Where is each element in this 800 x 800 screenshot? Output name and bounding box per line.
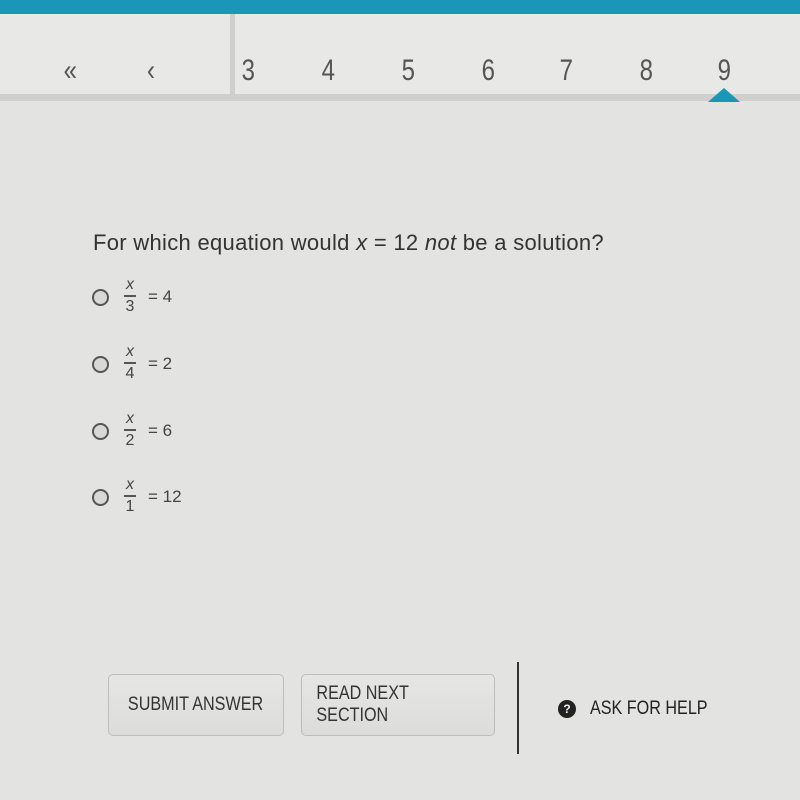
radio-button[interactable] (92, 289, 109, 306)
question-prefix: For which equation would (93, 230, 357, 255)
ask-for-help-label: ASK FOR HELP (590, 698, 708, 719)
question-text: For which equation would x = 12 not be a… (93, 230, 604, 256)
question-variable: x (356, 230, 368, 255)
top-accent-bar (0, 0, 800, 14)
radio-button[interactable] (92, 489, 109, 506)
fraction: x 3 (122, 276, 138, 316)
question-suffix: be a solution? (456, 230, 604, 255)
answer-option-3[interactable]: x 2 = 6 (92, 410, 292, 462)
denominator: 1 (125, 498, 135, 515)
page-3-button[interactable]: 3 (242, 54, 255, 88)
fraction: x 4 (122, 343, 138, 383)
equation-rhs: = 6 (148, 421, 173, 440)
question-emphasis: not (424, 230, 457, 255)
nav-bottom-border (0, 94, 800, 101)
previous-page-button[interactable]: ‹ (147, 54, 155, 88)
answer-option-2[interactable]: x 4 = 2 (92, 343, 292, 395)
denominator: 4 (125, 365, 135, 382)
page-7-button[interactable]: 7 (560, 54, 573, 88)
submit-answer-button[interactable]: SUBMIT ANSWER (108, 674, 284, 736)
nav-divider (230, 14, 235, 94)
read-next-section-label: READ NEXT SECTION (316, 683, 409, 726)
denominator: 2 (125, 432, 135, 449)
fraction: x 2 (122, 410, 138, 450)
numerator: x (126, 276, 134, 293)
numerator: x (126, 343, 134, 360)
first-page-button[interactable]: « (64, 54, 77, 88)
page-4-button[interactable]: 4 (322, 54, 335, 88)
equation-rhs: = 12 (148, 487, 182, 506)
denominator: 3 (125, 298, 135, 315)
fraction-bar (124, 495, 136, 497)
fraction: x 1 (122, 476, 138, 516)
question-navigation: « ‹ 3 4 5 6 7 8 9 (0, 14, 800, 98)
submit-answer-label: SUBMIT ANSWER (128, 694, 264, 715)
answer-option-4[interactable]: x 1 = 12 (92, 476, 292, 528)
fraction-bar (124, 429, 136, 431)
current-page-indicator-icon (708, 88, 740, 102)
help-question-icon: ? (558, 700, 576, 718)
question-middle: = 12 (367, 230, 425, 255)
equation-rhs: = 2 (148, 354, 173, 373)
page-9-button-current[interactable]: 9 (718, 54, 731, 88)
radio-button[interactable] (92, 423, 109, 440)
button-divider (517, 662, 519, 754)
ask-for-help-button[interactable]: ? ASK FOR HELP (558, 698, 728, 720)
page-8-button[interactable]: 8 (640, 54, 653, 88)
equation-rhs: = 4 (148, 287, 173, 306)
radio-button[interactable] (92, 356, 109, 373)
fraction-bar (124, 362, 136, 364)
numerator: x (126, 410, 134, 427)
page-5-button[interactable]: 5 (402, 54, 415, 88)
fraction-bar (124, 295, 136, 297)
page-6-button[interactable]: 6 (482, 54, 495, 88)
read-next-section-button[interactable]: READ NEXT SECTION (301, 674, 495, 736)
answer-option-1[interactable]: x 3 = 4 (92, 276, 292, 328)
numerator: x (126, 476, 134, 493)
